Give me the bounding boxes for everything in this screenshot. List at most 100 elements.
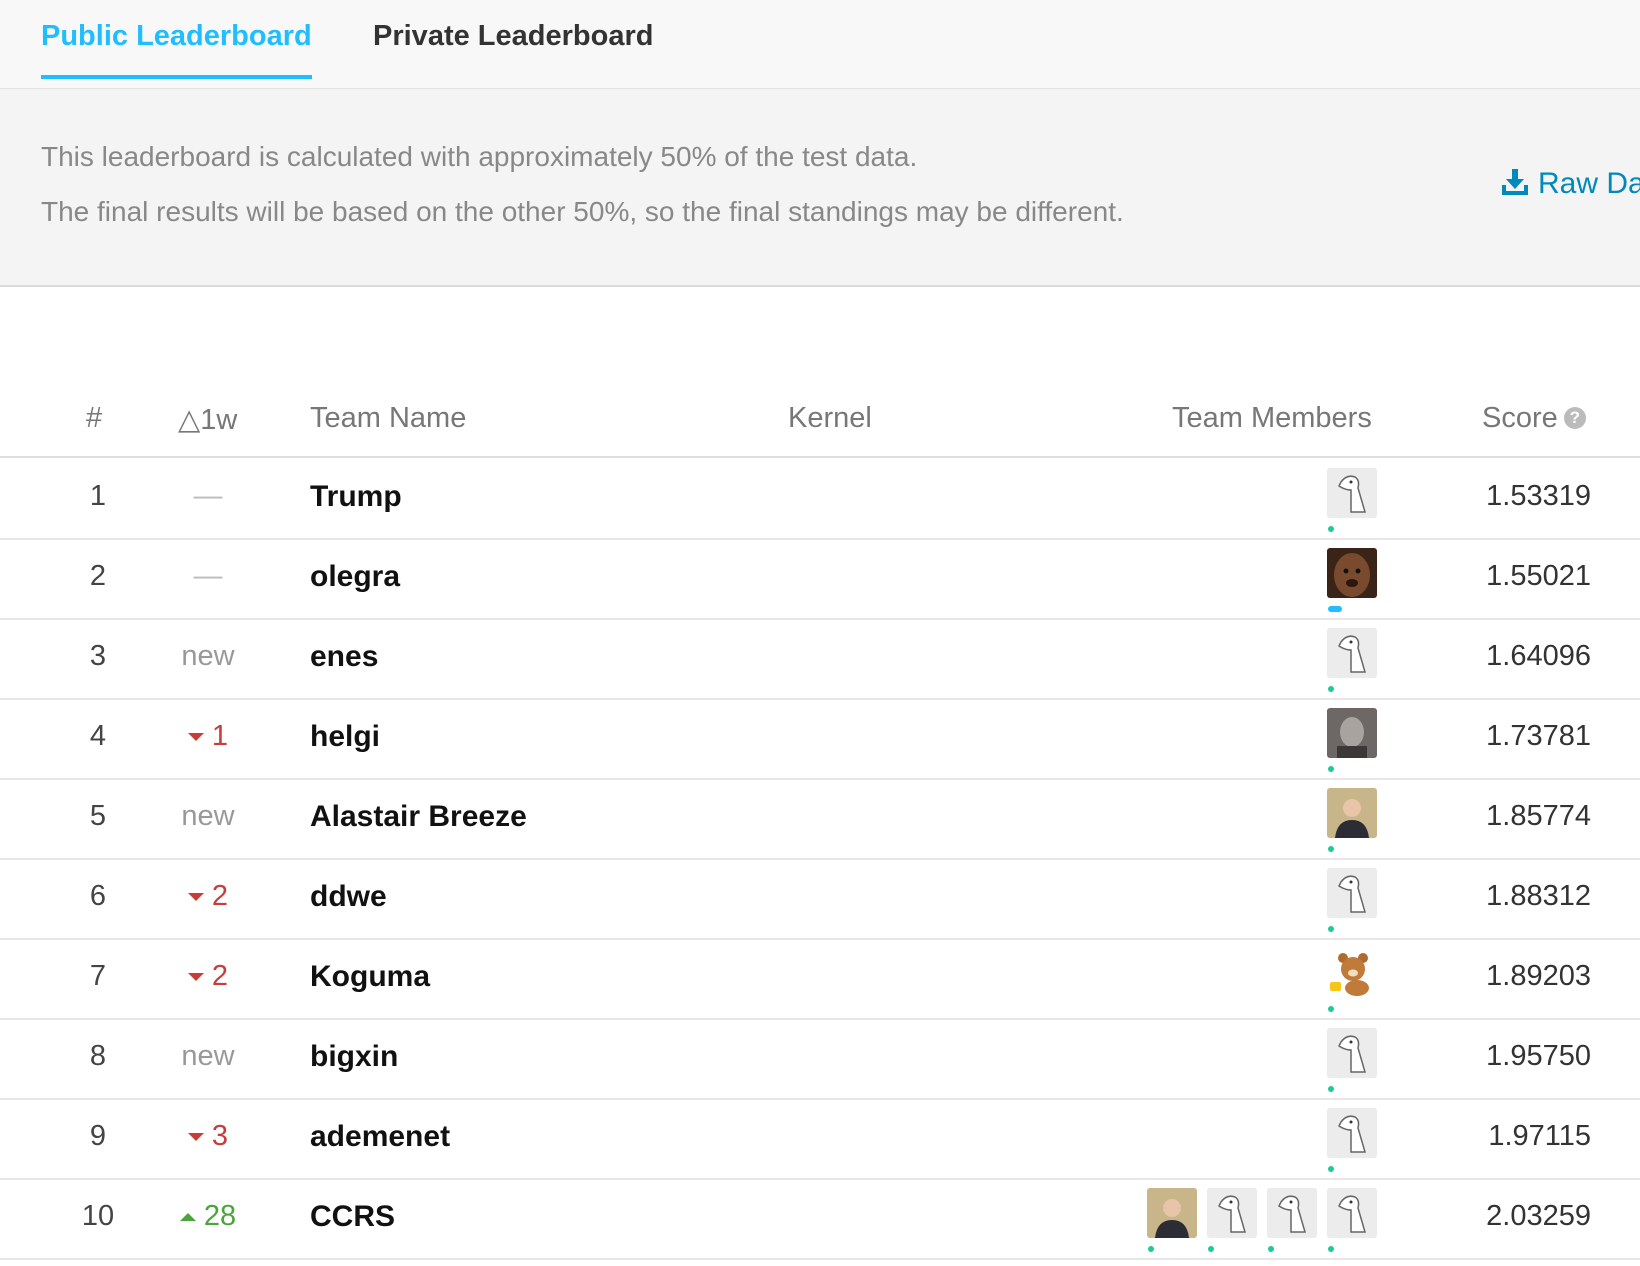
- tier-indicator: [1328, 606, 1342, 612]
- caret-down-icon: [187, 973, 204, 981]
- change-value: 1: [211, 720, 229, 752]
- team-members: [1147, 1188, 1377, 1252]
- change-value: —: [193, 560, 223, 592]
- avatar[interactable]: [1207, 1188, 1257, 1238]
- table-row: 3 new enes 1.64096: [0, 618, 1640, 700]
- change-cell: 2: [168, 960, 248, 993]
- column-score: Score?: [1482, 402, 1586, 435]
- team-members: [1327, 548, 1377, 612]
- tier-indicator: [1328, 1166, 1334, 1172]
- team-name-link[interactable]: ademenet: [310, 1120, 450, 1154]
- team-name-link[interactable]: enes: [310, 640, 378, 674]
- avatar[interactable]: [1327, 1108, 1377, 1158]
- team-members: [1327, 868, 1377, 932]
- score-cell: 1.64096: [1486, 640, 1591, 672]
- score-cell: 1.73781: [1486, 720, 1591, 752]
- avatar[interactable]: [1327, 868, 1377, 918]
- team-name-link[interactable]: helgi: [310, 720, 380, 754]
- column-kernel: Kernel: [788, 402, 872, 434]
- table-row: 8 new bigxin 1.95750: [0, 1018, 1640, 1100]
- team-name-link[interactable]: CCRS: [310, 1200, 395, 1234]
- tier-indicator: [1328, 926, 1334, 932]
- team-name-link[interactable]: olegra: [310, 560, 400, 594]
- change-value: new: [181, 1040, 235, 1072]
- tier-indicator: [1328, 1006, 1334, 1012]
- rank-cell: 6: [89, 880, 107, 912]
- raw-data-label: Raw Da: [1538, 167, 1640, 200]
- avatar[interactable]: [1327, 948, 1377, 998]
- team-name-link[interactable]: Alastair Breeze: [310, 800, 527, 834]
- tier-indicator: [1328, 526, 1334, 532]
- avatar[interactable]: [1147, 1188, 1197, 1238]
- info-line-1: This leaderboard is calculated with appr…: [41, 141, 918, 172]
- table-row: 9 3 ademenet 1.97115: [0, 1098, 1640, 1180]
- raw-data-download-link[interactable]: Raw Da: [1500, 167, 1640, 201]
- rank-cell: 9: [89, 1120, 107, 1152]
- table-row: 5 new Alastair Breeze 1.85774: [0, 778, 1640, 860]
- rank-cell: 8: [89, 1040, 107, 1072]
- caret-down-icon: [187, 1133, 204, 1141]
- avatar[interactable]: [1327, 1188, 1377, 1238]
- avatar[interactable]: [1327, 548, 1377, 598]
- rank-cell: 1: [89, 480, 107, 512]
- tier-indicator: [1328, 766, 1334, 772]
- caret-down-icon: [187, 733, 204, 741]
- change-cell: —: [168, 560, 248, 593]
- team-members: [1327, 1108, 1377, 1172]
- change-cell: 28: [168, 1200, 248, 1233]
- team-members: [1327, 788, 1377, 852]
- info-line-2: The final results will be based on the o…: [41, 196, 1124, 227]
- column-rank: #: [86, 402, 103, 434]
- change-cell: new: [168, 1040, 248, 1073]
- change-value: 2: [211, 960, 229, 992]
- team-members: [1327, 628, 1377, 692]
- column-team-name: Team Name: [310, 402, 467, 434]
- team-name-link[interactable]: ddwe: [310, 880, 387, 914]
- help-icon[interactable]: ?: [1563, 407, 1586, 429]
- team-name-link[interactable]: bigxin: [310, 1040, 398, 1074]
- table-header: # △1w Team Name Kernel Team Members Scor…: [0, 380, 1640, 458]
- rank-cell: 7: [89, 960, 107, 992]
- table-row: 1 — Trump 1.53319: [0, 458, 1640, 540]
- tab-private-leaderboard[interactable]: Private Leaderboard: [373, 20, 653, 75]
- rank-cell: 3: [89, 640, 107, 672]
- avatar[interactable]: [1327, 708, 1377, 758]
- change-value: —: [193, 480, 223, 512]
- rank-cell: 5: [89, 800, 107, 832]
- change-value: 2: [211, 880, 229, 912]
- tier-indicator: [1328, 686, 1334, 692]
- rank-cell: 10: [81, 1200, 115, 1232]
- download-icon: [1502, 169, 1528, 195]
- column-score-label: Score: [1482, 402, 1558, 434]
- avatar[interactable]: [1267, 1188, 1317, 1238]
- team-members: [1327, 468, 1377, 532]
- score-cell: 1.88312: [1486, 880, 1591, 912]
- leaderboard-tabs: Public Leaderboard Private Leaderboard: [0, 0, 1640, 89]
- change-cell: new: [168, 800, 248, 833]
- change-cell: new: [168, 640, 248, 673]
- team-name-link[interactable]: Trump: [310, 480, 402, 514]
- score-cell: 2.03259: [1486, 1200, 1591, 1232]
- change-value: new: [181, 800, 235, 832]
- score-cell: 1.95750: [1486, 1040, 1591, 1072]
- team-members: [1327, 708, 1377, 772]
- table-row: 4 1 helgi 1.73781: [0, 698, 1640, 780]
- tier-indicator: [1208, 1246, 1214, 1252]
- avatar[interactable]: [1327, 788, 1377, 838]
- team-name-link[interactable]: Koguma: [310, 960, 430, 994]
- caret-up-icon: [179, 1213, 196, 1221]
- avatar[interactable]: [1327, 1028, 1377, 1078]
- team-members: [1327, 1028, 1377, 1092]
- column-change: △1w: [178, 404, 238, 436]
- change-value: 28: [203, 1200, 237, 1232]
- tab-public-leaderboard[interactable]: Public Leaderboard: [41, 20, 312, 79]
- avatar[interactable]: [1327, 468, 1377, 518]
- column-team-members: Team Members: [1172, 402, 1372, 434]
- score-cell: 1.55021: [1486, 560, 1591, 592]
- avatar[interactable]: [1327, 628, 1377, 678]
- change-cell: 2: [168, 880, 248, 913]
- score-cell: 1.89203: [1486, 960, 1591, 992]
- rank-cell: 4: [89, 720, 107, 752]
- change-value: new: [181, 640, 235, 672]
- tier-indicator: [1328, 1246, 1334, 1252]
